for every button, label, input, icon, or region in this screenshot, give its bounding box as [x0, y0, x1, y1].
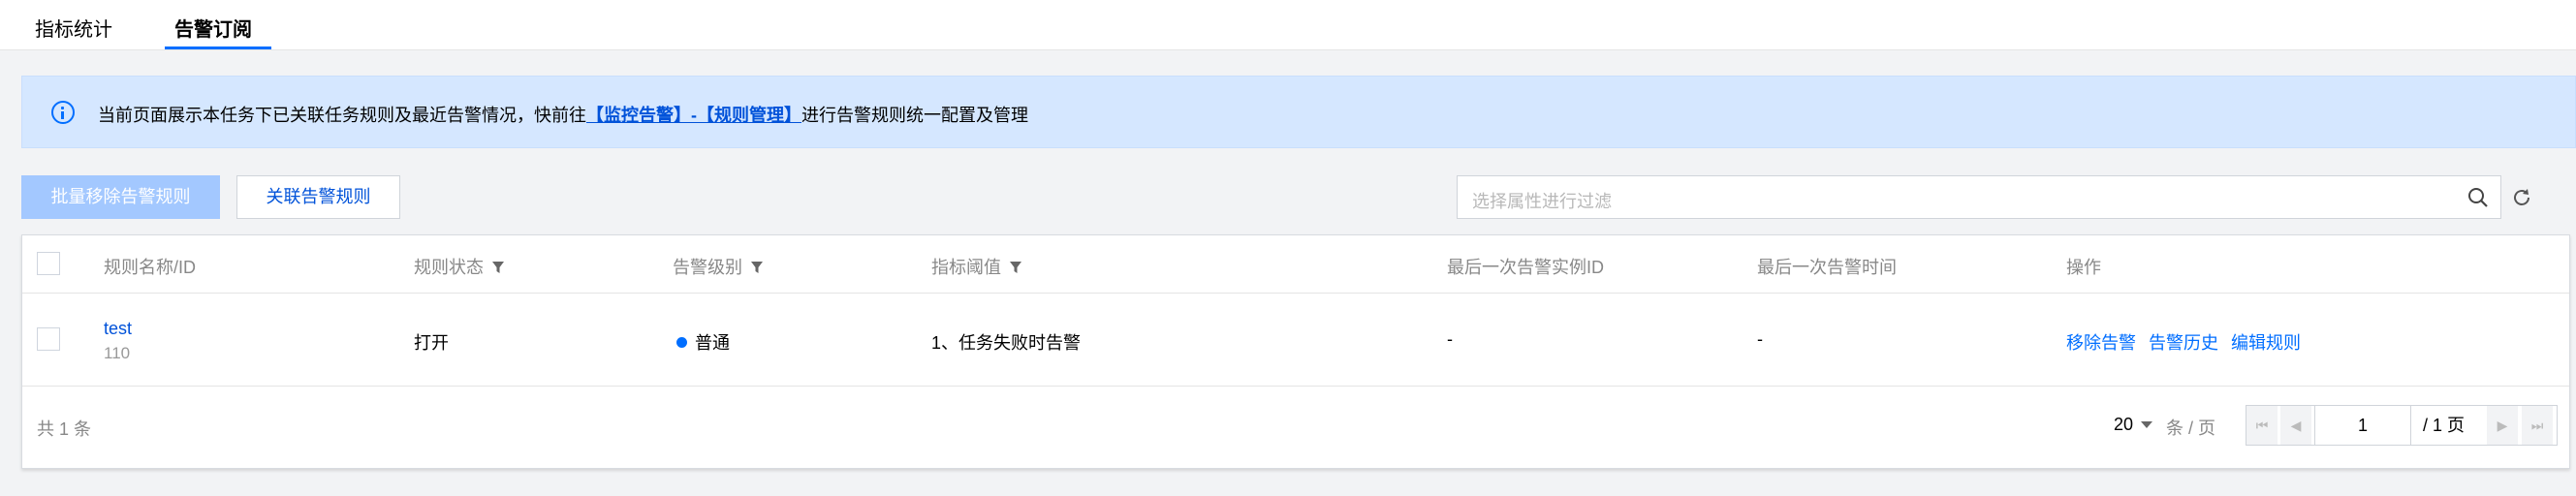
- filter-icon[interactable]: [491, 261, 505, 274]
- search-icon[interactable]: [2467, 187, 2489, 208]
- col-rule-status-label: 规则状态: [414, 258, 484, 277]
- filter-icon[interactable]: [1009, 261, 1022, 274]
- row-checkbox[interactable]: [37, 327, 60, 351]
- alarm-level: 普通: [676, 329, 730, 355]
- col-threshold-label: 指标阈值: [931, 258, 1001, 277]
- threshold: 1、任务失败时告警: [931, 333, 1082, 353]
- level-dot-icon: [676, 337, 687, 348]
- per-page-label: 条 / 页: [2166, 418, 2216, 438]
- tab-metrics[interactable]: 指标统计: [35, 14, 112, 42]
- total-count: 共 1 条: [37, 419, 92, 439]
- last-page-icon[interactable]: ⏭: [2522, 406, 2553, 445]
- col-rule-status[interactable]: 规则状态: [414, 254, 505, 279]
- col-actions: 操作: [2066, 258, 2101, 277]
- refresh-icon[interactable]: [2510, 186, 2533, 209]
- alarm-rules-table: 规则名称/ID 规则状态 告警级别 指标阈值 最后一次告警实例ID 最后一次告警…: [21, 234, 2570, 469]
- filter-icon[interactable]: [750, 261, 764, 274]
- info-icon: [51, 101, 75, 124]
- next-page-icon[interactable]: ▶: [2487, 406, 2518, 445]
- table-footer: 共 1 条 20 条 / 页 ⏮ ◀ 1 / 1 页 ▶ ⏭: [22, 387, 2569, 468]
- tab-bar: 指标统计 告警订阅: [0, 0, 2576, 50]
- prev-page-icon[interactable]: ◀: [2280, 406, 2311, 445]
- batch-remove-button[interactable]: 批量移除告警规则: [21, 175, 220, 219]
- rule-id: 110: [104, 344, 131, 362]
- page-size-value: 20: [2114, 415, 2134, 434]
- table-header: 规则名称/ID 规则状态 告警级别 指标阈值 最后一次告警实例ID 最后一次告警…: [22, 235, 2569, 294]
- total-pages: / 1 页: [2423, 416, 2466, 435]
- col-rule-name: 规则名称/ID: [104, 258, 197, 277]
- active-tab-indicator: [165, 46, 271, 49]
- col-alarm-level[interactable]: 告警级别: [673, 254, 764, 279]
- notice-prefix: 当前页面展示本任务下已关联任务规则及最近告警情况，快前往: [98, 106, 586, 125]
- first-page-icon[interactable]: ⏮: [2246, 406, 2278, 445]
- search-placeholder: 选择属性进行过滤: [1472, 192, 1612, 211]
- select-all-checkbox[interactable]: [37, 252, 60, 275]
- col-last-alarm-time: 最后一次告警时间: [1757, 258, 1897, 277]
- chevron-down-icon: [2141, 421, 2153, 428]
- info-notice: 当前页面展示本任务下已关联任务规则及最近告警情况，快前往【监控告警】-【规则管理…: [21, 76, 2576, 148]
- table-row: test 110 打开 普通 1、任务失败时告警 - - 移除告警 告警历史 编…: [22, 294, 2569, 387]
- tab-alarm-subscription[interactable]: 告警订阅: [174, 14, 252, 42]
- page-size-select[interactable]: 20: [2114, 415, 2153, 435]
- alarm-history-link[interactable]: 告警历史: [2149, 329, 2218, 355]
- last-alarm-time: -: [1757, 329, 1763, 349]
- rule-name-link[interactable]: test: [104, 319, 132, 339]
- col-last-instance-id: 最后一次告警实例ID: [1447, 258, 1604, 277]
- associate-rule-button[interactable]: 关联告警规则: [236, 175, 400, 219]
- last-instance-id: -: [1447, 329, 1453, 349]
- rule-status: 打开: [414, 333, 449, 353]
- pagination: ⏮ ◀ 1 / 1 页 ▶ ⏭: [2246, 405, 2558, 446]
- remove-alarm-link[interactable]: 移除告警: [2066, 329, 2136, 355]
- page-number-input[interactable]: 1: [2314, 406, 2411, 445]
- col-threshold[interactable]: 指标阈值: [931, 254, 1022, 279]
- edit-rule-link[interactable]: 编辑规则: [2231, 329, 2301, 355]
- notice-suffix: 进行告警规则统一配置及管理: [801, 106, 1028, 125]
- col-alarm-level-label: 告警级别: [673, 258, 742, 277]
- rule-management-link[interactable]: 【监控告警】-【规则管理】: [586, 106, 801, 125]
- notice-text: 当前页面展示本任务下已关联任务规则及最近告警情况，快前往【监控告警】-【规则管理…: [98, 102, 1028, 127]
- filter-search-input[interactable]: 选择属性进行过滤: [1457, 175, 2501, 219]
- alarm-level-label: 普通: [695, 333, 730, 353]
